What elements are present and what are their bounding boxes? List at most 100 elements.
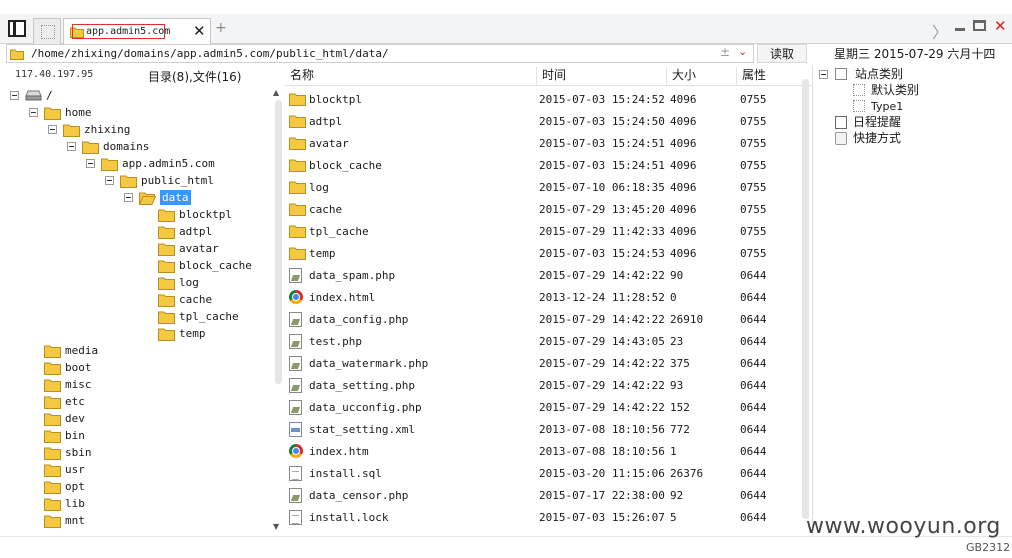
php-file-icon	[289, 488, 302, 503]
file-row[interactable]: index.htm 2013-07-08 18:10:56 1 0644	[285, 441, 799, 463]
folder	[158, 208, 175, 226]
tree-node-label[interactable]: tpl_cache	[179, 309, 239, 324]
file-row[interactable]: avatar 2015-07-03 15:24:51 4096 0755	[285, 133, 799, 155]
collapse-icon[interactable]	[67, 142, 76, 151]
folder-icon	[289, 93, 306, 106]
collapse-icon[interactable]	[124, 193, 133, 202]
tree-node-label[interactable]: cache	[179, 292, 212, 307]
maximize-icon[interactable]	[973, 20, 986, 31]
scroll-up-icon[interactable]: ▲	[273, 88, 279, 97]
file-row[interactable]: data_ucconfig.php 2015-07-29 14:42:22 152 0…	[285, 397, 799, 419]
tree-node-label[interactable]: mnt	[65, 513, 85, 528]
close-icon[interactable]: ✕	[994, 17, 1007, 35]
column-time[interactable]: 时间	[536, 67, 666, 85]
tree-scrollbar[interactable]: ▲ ▼	[272, 88, 284, 536]
file-row[interactable]: test.php 2015-07-29 14:43:05 23 0644	[285, 331, 799, 353]
tree-node-label[interactable]: data	[160, 190, 191, 205]
tree-node-label[interactable]: home	[65, 105, 92, 120]
tree-node-label[interactable]: opt	[65, 479, 85, 494]
file-row[interactable]: data_watermark.php 2015-07-29 14:42:22 375…	[285, 353, 799, 375]
tab-close-icon[interactable]: ✕	[193, 22, 206, 40]
tree-node-label[interactable]: block_cache	[179, 258, 252, 273]
collapse-icon[interactable]	[48, 125, 57, 134]
file-row[interactable]: index.html 2013-12-24 11:28:52 0 0644	[285, 287, 799, 309]
file-row[interactable]: block_cache 2015-07-03 15:24:51 4096 0755	[285, 155, 799, 177]
tree-node-label[interactable]: lib	[65, 496, 85, 511]
file-list-scrollbar[interactable]	[799, 66, 811, 536]
file-permissions: 0755	[740, 225, 767, 238]
tree-node-label[interactable]: /	[46, 88, 53, 103]
file-name: test.php	[309, 335, 362, 348]
tree-node-label[interactable]: dev	[65, 411, 85, 426]
file-time: 2015-07-03 15:24:53	[539, 247, 665, 260]
file-size: 152	[670, 401, 690, 414]
file-row[interactable]: install.lock 2015-07-03 15:26:07 5 0644	[285, 507, 799, 529]
file-row[interactable]: temp 2015-07-03 15:24:53 4096 0755	[285, 243, 799, 265]
file-row[interactable]: data_spam.php 2015-07-29 14:42:22 90 0644	[285, 265, 799, 287]
sidebar-toggle-icon[interactable]	[8, 20, 26, 37]
folder-icon	[158, 209, 175, 222]
blank-tab[interactable]	[33, 18, 61, 44]
plus-minus-icon[interactable]: ±	[720, 45, 730, 59]
tree-node-label[interactable]: public_html	[141, 173, 214, 188]
file-name: temp	[309, 247, 336, 260]
folder	[44, 344, 61, 362]
collapse-icon[interactable]	[10, 91, 19, 100]
chevron-down-icon[interactable]: ⌄	[738, 45, 747, 58]
folder	[44, 446, 61, 464]
collapse-icon[interactable]	[819, 70, 828, 79]
address-bar[interactable]: /home/zhixing/domains/app.admin5.com/pub…	[6, 44, 754, 63]
column-name[interactable]: 名称	[285, 67, 536, 85]
tree-header: 117.40.197.95 目录(8),文件(16)	[0, 67, 273, 85]
tree-node-label[interactable]: avatar	[179, 241, 219, 256]
file-row[interactable]: data_config.php 2015-07-29 14:42:22 26910 0…	[285, 309, 799, 331]
collapse-icon[interactable]	[86, 159, 95, 168]
file-name: block_cache	[309, 159, 382, 172]
scroll-thumb[interactable]	[802, 79, 809, 519]
scroll-thumb[interactable]	[275, 100, 282, 384]
collapse-icon[interactable]	[29, 108, 38, 117]
file-time: 2015-07-29 11:42:33	[539, 225, 665, 238]
new-tab-icon[interactable]: +	[215, 20, 227, 36]
chevron-right-icon[interactable]: 〉	[932, 19, 948, 43]
tree-node-label[interactable]: sbin	[65, 445, 92, 460]
file-row[interactable]: install.sql 2015-03-20 11:15:06 26376 0644	[285, 463, 799, 485]
file-row[interactable]: cache 2015-07-29 13:45:20 4096 0755	[285, 199, 799, 221]
chrome-icon	[289, 290, 303, 304]
file-permissions: 0644	[740, 445, 767, 458]
file-row[interactable]: data_censor.php 2015-07-17 22:38:00 92 0644	[285, 485, 799, 507]
tree-node-label[interactable]: adtpl	[179, 224, 212, 239]
column-permissions[interactable]: 属性	[736, 67, 799, 85]
tree-node-label[interactable]: temp	[179, 326, 206, 341]
file-time: 2013-07-08 18:10:56	[539, 445, 665, 458]
shortcut-icon	[835, 132, 847, 145]
read-button[interactable]: 读取	[757, 44, 807, 63]
tree-node-label[interactable]: app.admin5.com	[122, 156, 215, 171]
minimize-icon[interactable]	[955, 28, 965, 31]
folder	[158, 327, 175, 345]
tree-node-label[interactable]: domains	[103, 139, 149, 154]
file-row[interactable]: tpl_cache 2015-07-29 11:42:33 4096 0755	[285, 221, 799, 243]
tree-node-label[interactable]: blocktpl	[179, 207, 232, 222]
column-size[interactable]: 大小	[666, 67, 736, 85]
address-path[interactable]: /home/zhixing/domains/app.admin5.com/pub…	[31, 47, 389, 60]
tree-node-label[interactable]: etc	[65, 394, 85, 409]
file-row[interactable]: blocktpl 2015-07-03 15:24:52 4096 0755	[285, 89, 799, 111]
file-row[interactable]: log 2015-07-10 06:18:35 4096 0755	[285, 177, 799, 199]
tree-node-label[interactable]: zhixing	[84, 122, 130, 137]
tree-node-label[interactable]: log	[179, 275, 199, 290]
tree-node-label[interactable]: misc	[65, 377, 92, 392]
file-row[interactable]: adtpl 2015-07-03 15:24:50 4096 0755	[285, 111, 799, 133]
file-size: 4096	[670, 225, 697, 238]
tree-node-label[interactable]: boot	[65, 360, 92, 375]
tab-active[interactable]: app.admin5.com ✕	[63, 18, 211, 45]
file-row[interactable]: data_setting.php 2015-07-29 14:42:22 93 064…	[285, 375, 799, 397]
collapse-icon[interactable]	[105, 176, 114, 185]
tree-node-label[interactable]: media	[65, 343, 98, 358]
tree-node-label[interactable]: bin	[65, 428, 85, 443]
scroll-down-icon[interactable]: ▼	[273, 522, 279, 531]
folder	[120, 174, 137, 192]
folder-icon	[44, 430, 61, 443]
file-row[interactable]: stat_setting.xml 2013-07-08 18:10:56 772 06…	[285, 419, 799, 441]
tree-node-label[interactable]: usr	[65, 462, 85, 477]
